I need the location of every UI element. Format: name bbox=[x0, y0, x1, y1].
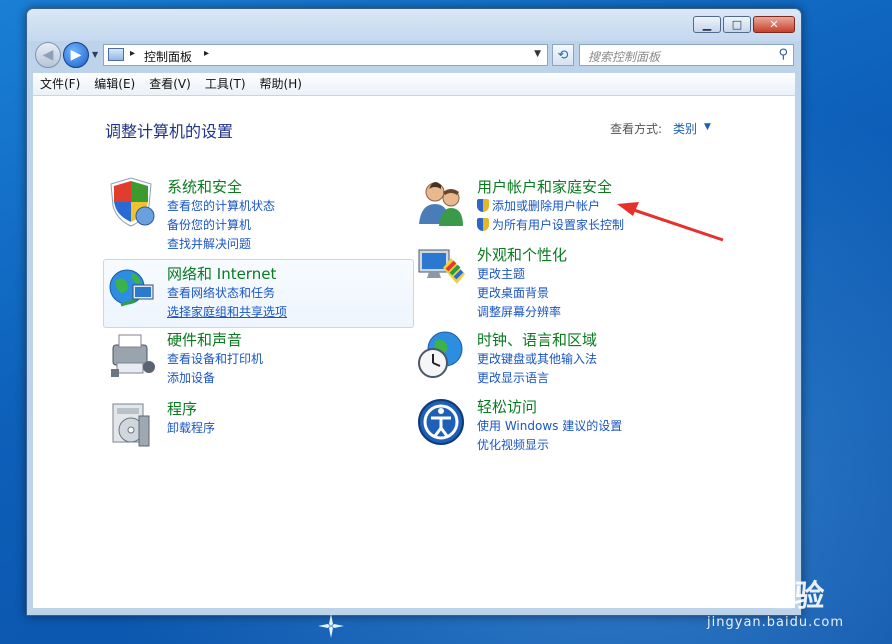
control-panel-content: 调整计算机的设置 查看方式: 类别 ▼ 系统和安全 查看您的计算机状态 备份您的… bbox=[33, 96, 795, 608]
address-dropdown-icon[interactable]: ▼ bbox=[534, 49, 541, 59]
forward-button[interactable]: ▶ bbox=[63, 42, 89, 68]
menu-edit[interactable]: 编辑(E) bbox=[87, 73, 142, 95]
control-panel-window: ▁ □ ✕ ◀ ▶ ▼ ▸ 控制面板 ▸ ▼ ⟲ 搜索控制面板 ⚲ 文件(F) … bbox=[26, 8, 802, 616]
search-box[interactable]: 搜索控制面板 ⚲ bbox=[579, 44, 794, 66]
watermark-logo-text: Bai经验 bbox=[707, 579, 826, 614]
search-icon[interactable]: ⚲ bbox=[778, 47, 788, 62]
control-panel-icon bbox=[108, 48, 124, 61]
menu-file[interactable]: 文件(F) bbox=[33, 73, 87, 95]
annotation-arrow bbox=[617, 202, 724, 242]
menu-help[interactable]: 帮助(H) bbox=[253, 73, 309, 95]
minimize-button[interactable]: ▁ bbox=[693, 16, 721, 33]
close-button[interactable]: ✕ bbox=[753, 16, 795, 33]
baidu-watermark: Bai经验 jingyan.baidu.com bbox=[707, 571, 844, 630]
breadcrumb-separator[interactable]: ▸ bbox=[204, 48, 209, 59]
navigation-bar: ◀ ▶ ▼ ▸ 控制面板 ▸ ▼ ⟲ 搜索控制面板 ⚲ bbox=[33, 41, 795, 71]
refresh-icon: ⟲ bbox=[557, 47, 569, 63]
window-controls: ▁ □ ✕ bbox=[691, 16, 795, 33]
menu-tools[interactable]: 工具(T) bbox=[198, 73, 253, 95]
menu-bar: 文件(F) 编辑(E) 查看(V) 工具(T) 帮助(H) bbox=[33, 73, 795, 96]
title-bar[interactable]: ▁ □ ✕ bbox=[27, 9, 801, 41]
menu-view[interactable]: 查看(V) bbox=[142, 73, 198, 95]
watermark-url: jingyan.baidu.com bbox=[707, 615, 844, 630]
refresh-button[interactable]: ⟲ bbox=[552, 44, 574, 66]
address-bar[interactable]: ▸ 控制面板 ▸ ▼ bbox=[103, 44, 548, 66]
breadcrumb-control-panel[interactable]: 控制面板 bbox=[144, 48, 192, 65]
search-placeholder[interactable]: 搜索控制面板 bbox=[588, 48, 660, 65]
recent-pages-dropdown[interactable]: ▼ bbox=[92, 50, 98, 59]
sparkle-icon bbox=[318, 614, 344, 638]
maximize-button[interactable]: □ bbox=[723, 16, 751, 33]
breadcrumb-separator[interactable]: ▸ bbox=[130, 48, 135, 59]
back-button[interactable]: ◀ bbox=[35, 42, 61, 68]
